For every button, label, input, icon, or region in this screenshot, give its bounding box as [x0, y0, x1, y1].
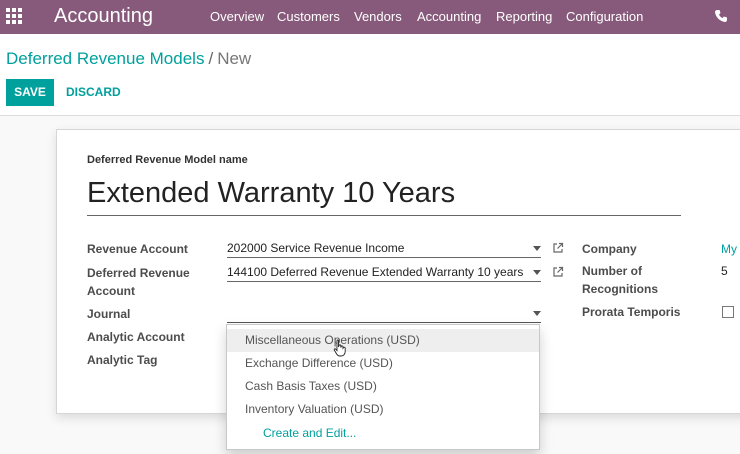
deferred-revenue-label-line2: Account — [87, 284, 135, 298]
dropdown-option[interactable]: Exchange Difference (USD) — [227, 352, 539, 375]
journal-autocomplete-dropdown: Miscellaneous Operations (USD) Exchange … — [226, 324, 540, 450]
external-link-icon[interactable] — [552, 266, 564, 278]
create-and-edit-option[interactable]: Create and Edit... — [227, 422, 539, 445]
external-link-icon[interactable] — [552, 242, 564, 254]
company-label: Company — [582, 242, 637, 256]
recognitions-label-line2: Recognitions — [582, 282, 659, 296]
journal-field[interactable] — [227, 305, 541, 323]
deferred-revenue-label-line1: Deferred Revenue — [87, 266, 190, 280]
revenue-account-label: Revenue Account — [87, 242, 188, 256]
deferred-revenue-account-value: 144100 Deferred Revenue Extended Warrant… — [227, 265, 524, 279]
dropdown-option[interactable]: Inventory Valuation (USD) — [227, 398, 539, 421]
prorata-temporis-label: Prorata Temporis — [582, 305, 681, 319]
breadcrumb-separator: / — [208, 49, 214, 68]
recognitions-label-line1: Number of — [582, 264, 642, 278]
breadcrumb-parent[interactable]: Deferred Revenue Models — [6, 49, 204, 68]
app-brand[interactable]: Accounting — [54, 5, 153, 28]
discard-button[interactable]: DISCARD — [66, 79, 121, 106]
hand-cursor-icon — [333, 339, 346, 357]
menu-reporting[interactable]: Reporting — [496, 9, 552, 24]
model-name-input[interactable]: Extended Warranty 10 Years — [87, 174, 681, 216]
control-panel: Deferred Revenue Models / New SAVE DISCARD — [0, 34, 740, 116]
model-name-label: Deferred Revenue Model name — [87, 154, 248, 166]
revenue-account-value: 202000 Service Revenue Income — [227, 241, 405, 255]
menu-vendors[interactable]: Vendors — [354, 9, 402, 24]
phone-icon[interactable] — [712, 7, 730, 25]
company-value[interactable]: My — [721, 242, 737, 256]
save-button[interactable]: SAVE — [6, 79, 54, 106]
dropdown-option[interactable]: Miscellaneous Operations (USD) — [227, 329, 539, 352]
menu-overview[interactable]: Overview — [210, 9, 264, 24]
recognitions-input[interactable]: 5 — [721, 264, 728, 278]
apps-grid-icon[interactable] — [6, 8, 22, 24]
menu-accounting[interactable]: Accounting — [417, 9, 481, 24]
top-navbar: Accounting Overview Customers Vendors Ac… — [0, 0, 740, 34]
chevron-down-icon[interactable] — [533, 246, 541, 251]
chevron-down-icon[interactable] — [533, 311, 541, 316]
chevron-down-icon[interactable] — [533, 270, 541, 275]
analytic-account-label: Analytic Account — [87, 330, 185, 344]
analytic-tag-label: Analytic Tag — [87, 353, 158, 367]
menu-configuration[interactable]: Configuration — [566, 9, 643, 24]
breadcrumb-current: New — [217, 49, 252, 68]
journal-label: Journal — [87, 307, 131, 321]
menu-customers[interactable]: Customers — [277, 9, 340, 24]
breadcrumb: Deferred Revenue Models / New — [6, 49, 251, 69]
revenue-account-field[interactable]: 202000 Service Revenue Income — [227, 240, 541, 258]
dropdown-option[interactable]: Cash Basis Taxes (USD) — [227, 375, 539, 398]
prorata-temporis-checkbox[interactable] — [722, 306, 734, 318]
deferred-revenue-account-field[interactable]: 144100 Deferred Revenue Extended Warrant… — [227, 264, 541, 282]
